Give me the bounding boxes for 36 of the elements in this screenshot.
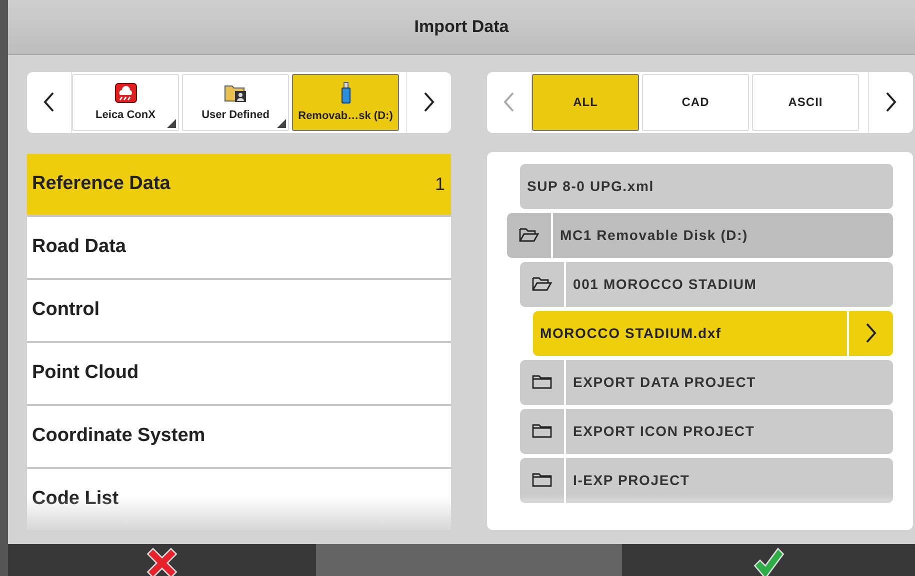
open-folder-icon xyxy=(532,276,552,292)
source-tab[interactable]: User Defined xyxy=(182,74,289,131)
file-type-tab[interactable]: CAD xyxy=(642,74,749,131)
file-row[interactable]: SUP 8-0 UPG.xml xyxy=(520,164,893,209)
category-item[interactable]: Code List xyxy=(27,468,451,530)
chevron-right-icon xyxy=(422,91,436,114)
window-title: Import Data xyxy=(414,16,509,37)
folder-row[interactable]: EXPORT DATA PROJECT xyxy=(520,360,893,405)
item-count: 1 xyxy=(434,174,445,195)
category-item[interactable]: Control xyxy=(27,280,451,341)
source-tab[interactable]: Leica ConX xyxy=(72,74,179,131)
category-item[interactable]: Road Data xyxy=(27,216,451,278)
folder-row[interactable]: I-EXP PROJECT xyxy=(520,458,893,503)
chevron-right-icon xyxy=(884,91,898,114)
open-folder-icon xyxy=(519,227,539,244)
folder-user-icon xyxy=(224,83,248,104)
folder-row[interactable]: MC1 Removable Disk (D:) xyxy=(507,212,893,258)
chevron-left-icon xyxy=(42,91,56,114)
source-tab[interactable]: Removab…sk (D:) xyxy=(292,74,399,131)
chevron-right-icon xyxy=(864,322,878,344)
category-item[interactable]: Reference Data 1 xyxy=(27,154,451,215)
file-row[interactable]: MOROCCO STADIUM.dxf xyxy=(533,310,893,356)
folder-row[interactable]: EXPORT ICON PROJECT xyxy=(520,408,893,454)
file-type-tab[interactable]: ALL xyxy=(532,74,639,131)
chevron-left-icon xyxy=(502,91,516,114)
folder-icon xyxy=(532,423,552,440)
cloud-icon xyxy=(114,83,136,104)
folder-row[interactable]: 001 MOROCCO STADIUM xyxy=(520,262,893,307)
category-item[interactable]: Coordinate System xyxy=(27,406,451,467)
category-item[interactable]: Point Cloud xyxy=(27,342,451,404)
usb-stick-icon xyxy=(340,82,350,104)
folder-icon xyxy=(532,472,552,488)
folder-icon xyxy=(532,374,552,390)
cancel-button[interactable] xyxy=(8,544,316,576)
file-type-tab[interactable]: ASCII xyxy=(752,74,859,131)
confirm-button[interactable] xyxy=(622,544,915,576)
